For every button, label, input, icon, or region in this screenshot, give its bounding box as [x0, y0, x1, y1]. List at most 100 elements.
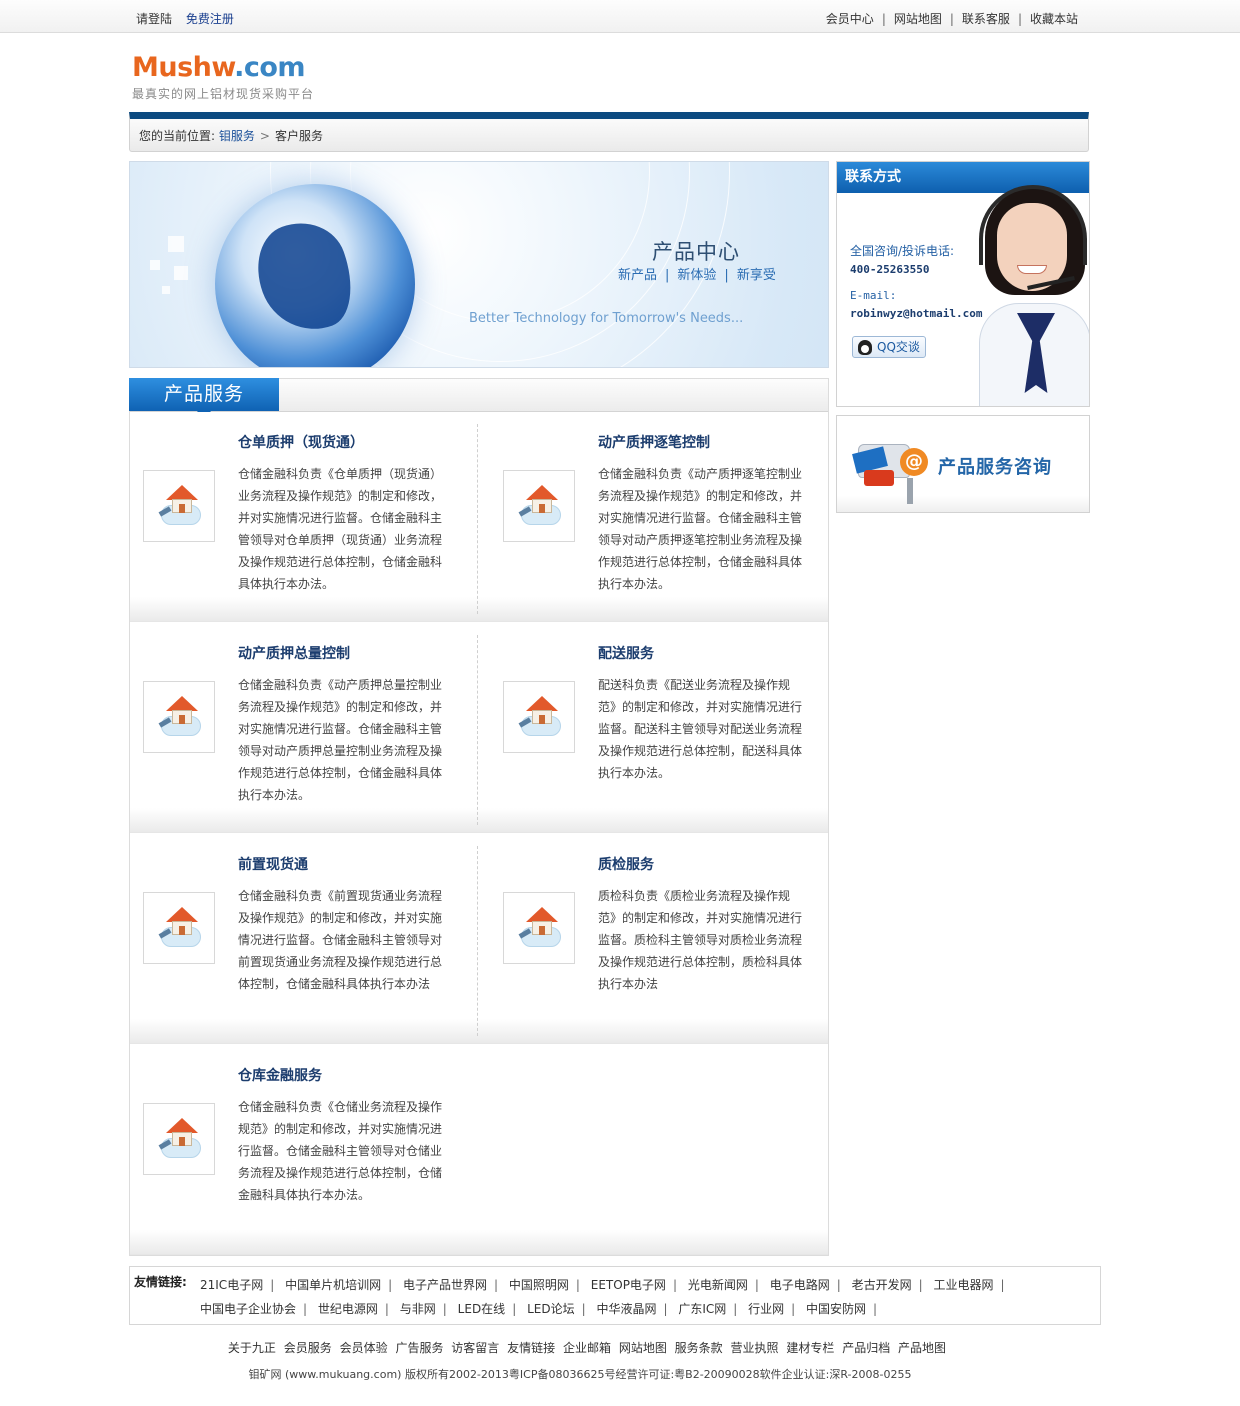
contact-support-link[interactable]: 联系客服 [962, 12, 1010, 26]
headset-icon [979, 185, 1087, 265]
member-center-link[interactable]: 会员中心 [826, 12, 874, 26]
service-description: 质检科负责《质检业务流程及操作规范》的制定和修改，并对实施情况进行监督。质检科主… [598, 889, 803, 991]
service-item[interactable]: 质检服务 质检科负责《质检业务流程及操作规范》的制定和修改，并对实施情况进行监督… [490, 834, 830, 1044]
service-title[interactable]: 动产质押逐笔控制 [598, 432, 710, 452]
separator: | [881, 12, 886, 26]
footer-link[interactable]: 产品归档 [842, 1341, 890, 1355]
service-item[interactable]: 配送服务 配送科负责《配送业务流程及操作规范》的制定和修改，并对实施情况进行监督… [490, 623, 830, 833]
email-label: E-mail: [850, 289, 897, 302]
friend-link[interactable]: 光电新闻网 [688, 1278, 748, 1292]
login-link[interactable]: 请登陆 [136, 12, 172, 26]
roof-shape [526, 485, 558, 500]
friend-link[interactable]: 与非网 [400, 1302, 436, 1316]
friend-link[interactable]: 电子电路网 [770, 1278, 830, 1292]
email-address[interactable]: robinwyz@hotmail.com [850, 307, 982, 320]
banner-square [168, 236, 184, 252]
site-map-link[interactable]: 网站地图 [894, 12, 942, 26]
friend-links-list: 21IC电子网 | 中国单片机培训网 | 电子产品世界网 | 中国照明网 | EETOP… [200, 1273, 1090, 1321]
service-thumbnail[interactable] [503, 892, 575, 964]
service-title[interactable]: 仓单质押（现货通） [238, 432, 364, 452]
door-shape [179, 1137, 185, 1146]
site-logo[interactable]: Mushw.com 最真实的网上铝材现货采购平台 [132, 52, 314, 102]
footer-link[interactable]: 网站地图 [619, 1341, 667, 1355]
door-shape [539, 926, 545, 935]
banner-tagline: Better Technology for Tomorrow's Needs..… [469, 311, 744, 326]
friend-link[interactable]: LED论坛 [527, 1302, 575, 1316]
separator: | [442, 1302, 447, 1316]
separator: | [724, 268, 729, 283]
service-item[interactable]: 前置现货通 仓储金融科负责《前置现货通业务流程及操作规范》的制定和修改，并对实施… [130, 834, 470, 1044]
service-thumbnail[interactable] [143, 1103, 215, 1175]
friend-link[interactable]: 中国单片机培训网 [285, 1278, 381, 1292]
friend-links-label: 友情链接: [134, 1275, 187, 1289]
service-description: 配送科负责《配送业务流程及操作规范》的制定和修改，并对实施情况进行监督。配送科主… [598, 678, 803, 780]
footer-link[interactable]: 会员服务 [284, 1341, 332, 1355]
footer-link[interactable]: 会员体验 [340, 1341, 388, 1355]
service-thumbnail[interactable] [143, 470, 215, 542]
footer-link[interactable]: 友情链接 [507, 1341, 555, 1355]
services-tab[interactable]: 产品服务 [129, 378, 279, 419]
friend-link[interactable]: 工业电器网 [933, 1278, 993, 1292]
separator: | [575, 1278, 580, 1292]
service-thumbnail[interactable] [143, 681, 215, 753]
service-title[interactable]: 动产质押总量控制 [238, 643, 350, 663]
banner-square [150, 260, 160, 270]
mailbox-flag-shape [864, 470, 894, 486]
friend-link[interactable]: 广东IC网 [678, 1302, 726, 1316]
separator: | [949, 12, 954, 26]
friend-link[interactable]: 行业网 [748, 1302, 784, 1316]
friend-link[interactable]: 中国照明网 [509, 1278, 569, 1292]
friend-link[interactable]: 21IC电子网 [200, 1278, 263, 1292]
service-item[interactable]: 动产质押总量控制 仓储金融科负责《动产质押总量控制业务流程及操作规范》的制定和修… [130, 623, 470, 833]
service-thumbnail[interactable] [503, 681, 575, 753]
footer-link[interactable]: 服务条款 [675, 1341, 723, 1355]
friend-link[interactable]: 中华液晶网 [596, 1302, 656, 1316]
service-row: 前置现货通 仓储金融科负责《前置现货通业务流程及操作规范》的制定和修改，并对实施… [130, 834, 828, 1044]
copyright: 钼矿网 (www.mukuang.com) 版权所有2002-2013粤ICP备… [248, 1368, 912, 1381]
footer-link[interactable]: 产品地图 [898, 1341, 946, 1355]
service-description: 仓储金融科负责《仓储业务流程及操作规范》的制定和修改，并对实施情况进行监督。仓储… [238, 1100, 443, 1202]
friend-link[interactable]: 中国安防网 [806, 1302, 866, 1316]
door-shape [179, 715, 185, 724]
services-header: 产品服务 [129, 378, 828, 419]
friend-link[interactable]: 老古开发网 [852, 1278, 912, 1292]
service-item[interactable]: 仓单质押（现货通） 仓储金融科负责《仓单质押（现货通）业务流程及操作规范》的制定… [130, 412, 470, 622]
friend-link[interactable]: EETOP电子网 [591, 1278, 666, 1292]
footer-link[interactable]: 建材专栏 [786, 1341, 834, 1355]
friend-link[interactable]: 世纪电源网 [318, 1302, 378, 1316]
footer-nav: 关于九正 会员服务 会员体验 广告服务 访客留言 友情链接 企业邮箱 网站地图 … [0, 1339, 1174, 1356]
service-thumbnail[interactable] [503, 470, 575, 542]
breadcrumb-parent-link[interactable]: 钼服务 [219, 129, 255, 143]
footer-link[interactable]: 企业邮箱 [563, 1341, 611, 1355]
bookmark-link[interactable]: 收藏本站 [1030, 12, 1078, 26]
footer-link[interactable]: 关于九正 [228, 1341, 276, 1355]
friend-links: 友情链接: 21IC电子网 | 中国单片机培训网 | 电子产品世界网 | 中国照明网 |… [129, 1266, 1101, 1325]
separator: | [663, 1302, 668, 1316]
roof-shape [526, 696, 558, 711]
customer-service-agent-image [979, 185, 1089, 406]
house-icon [518, 907, 561, 949]
service-title[interactable]: 前置现货通 [238, 854, 308, 874]
service-title[interactable]: 仓库金融服务 [238, 1065, 322, 1085]
mailbox-post-shape [907, 478, 913, 504]
separator: | [493, 1278, 499, 1292]
footer-link[interactable]: 广告服务 [395, 1341, 443, 1355]
phone-number: 400-25263550 [850, 263, 930, 276]
roof-shape [166, 485, 198, 500]
door-shape [539, 504, 545, 513]
service-title[interactable]: 配送服务 [598, 643, 654, 663]
footer-link[interactable]: 访客留言 [451, 1341, 499, 1355]
roof-shape [166, 696, 198, 711]
service-item[interactable]: 动产质押逐笔控制 仓储金融科负责《动产质押逐笔控制业务流程及操作规范》的制定和修… [490, 412, 830, 622]
qq-chat-button[interactable]: QQ交谈 [852, 336, 926, 358]
service-title[interactable]: 质检服务 [598, 854, 654, 874]
footer-link[interactable]: 营业执照 [731, 1341, 779, 1355]
friend-link[interactable]: 电子产品世界网 [403, 1278, 487, 1292]
friend-link[interactable]: LED在线 [458, 1302, 506, 1316]
service-item[interactable]: 仓库金融服务 仓储金融科负责《仓储业务流程及操作规范》的制定和修改，并对实施情况… [130, 1045, 470, 1255]
service-description: 仓储金融科负责《仓单质押（现货通）业务流程及操作规范》的制定和修改，并对实施情况… [238, 467, 443, 591]
product-consult-box[interactable]: @ 产品服务咨询 [836, 415, 1090, 513]
friend-link[interactable]: 中国电子企业协会 [200, 1302, 296, 1316]
register-link[interactable]: 免费注册 [186, 12, 234, 26]
service-thumbnail[interactable] [143, 892, 215, 964]
